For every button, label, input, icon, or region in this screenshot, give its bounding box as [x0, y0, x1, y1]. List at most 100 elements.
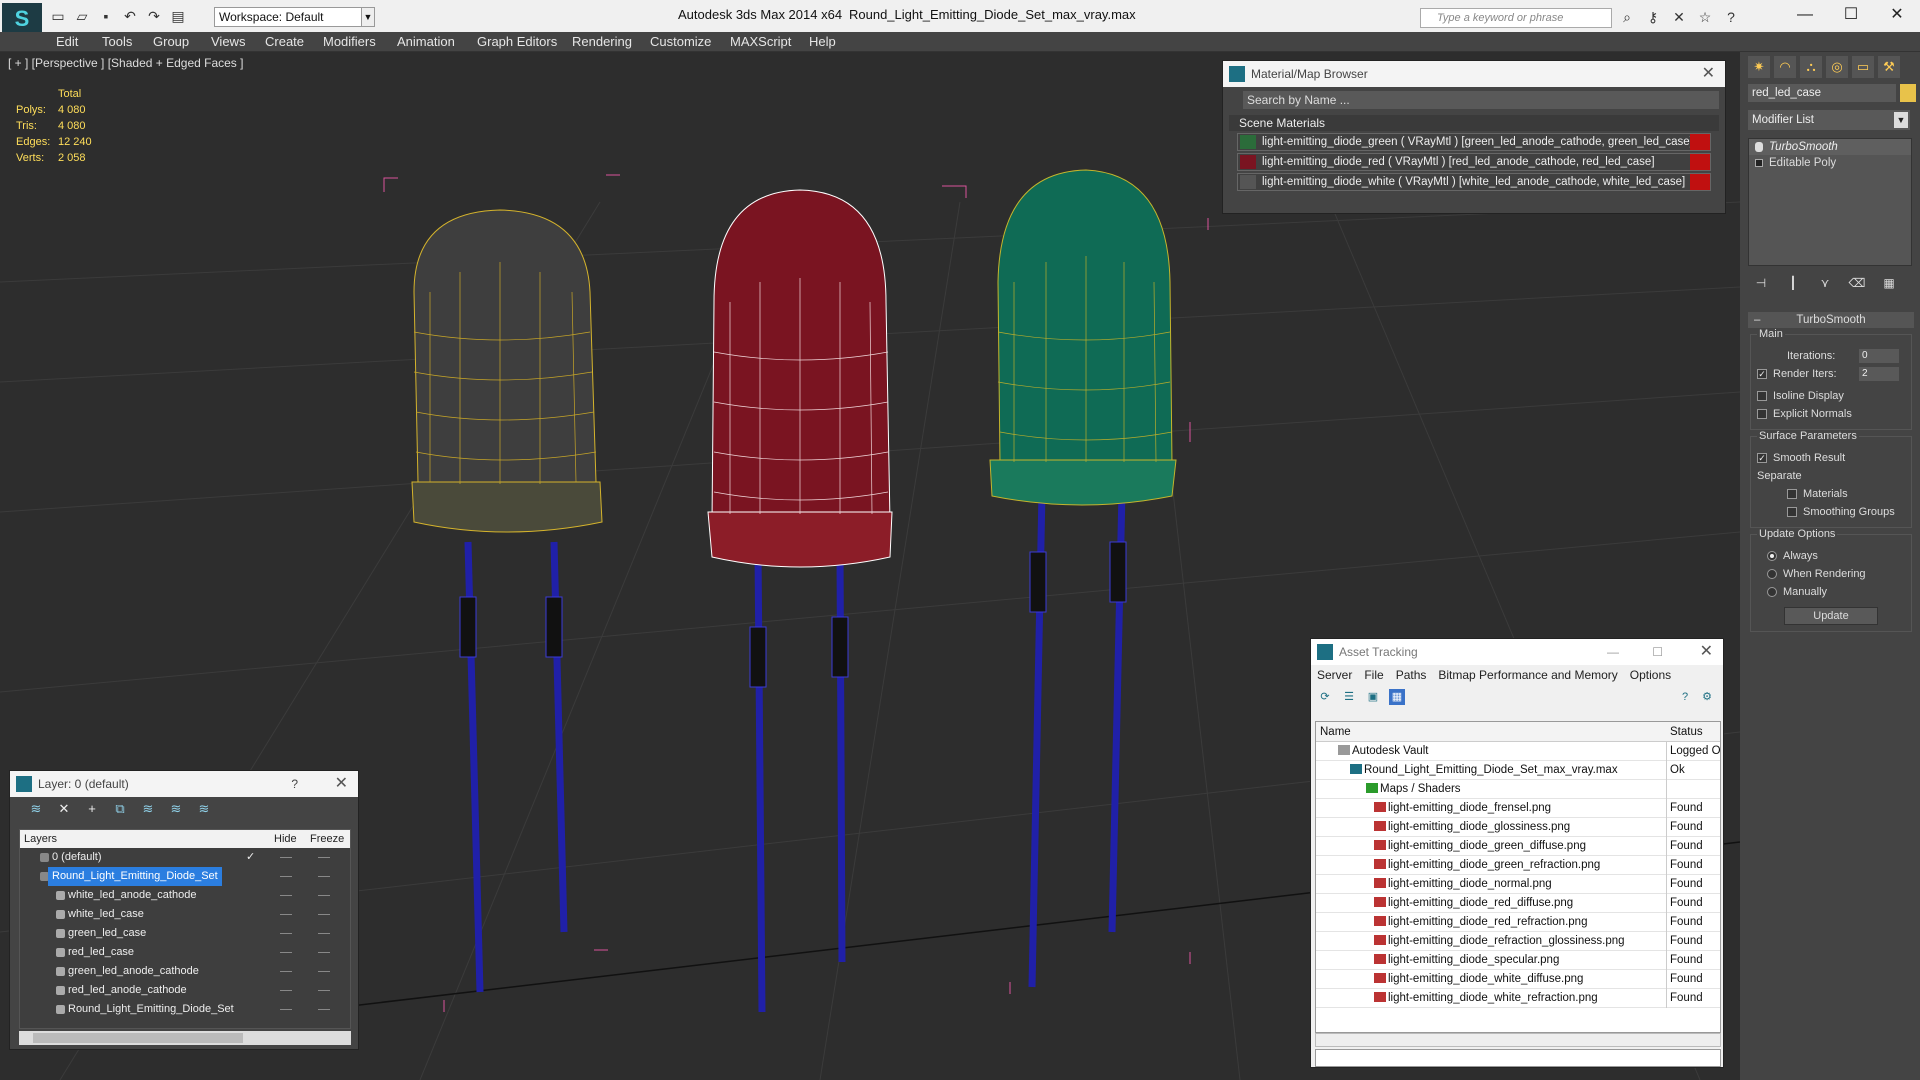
material-search-input[interactable]: Search by Name ... [1243, 91, 1719, 109]
lightbulb-icon[interactable] [1755, 142, 1763, 152]
menu-bitmap-performance[interactable]: Bitmap Performance and Memory [1438, 665, 1617, 685]
asset-row[interactable]: light-emitting_diode_glossiness.png Found [1316, 818, 1720, 837]
col-status[interactable]: Status [1670, 722, 1703, 742]
iterations-spinner[interactable]: 0 [1859, 349, 1899, 363]
object-name-field[interactable]: red_led_case [1748, 84, 1896, 102]
menu-graph-editors[interactable]: Graph Editors [477, 34, 557, 49]
scrollbar-thumb[interactable] [33, 1033, 243, 1043]
freeze-all-icon[interactable]: ≋ [196, 801, 212, 817]
layer-object-row[interactable]: white_led_case [20, 905, 350, 924]
project-folder-icon[interactable]: ▤ [168, 6, 188, 26]
asset-row[interactable]: light-emitting_diode_green_refraction.pn… [1316, 856, 1720, 875]
maximize-icon[interactable]: ☐ [1828, 0, 1874, 30]
menu-group[interactable]: Group [153, 34, 189, 49]
save-file-icon[interactable]: ▪ [96, 6, 116, 26]
rollout-header[interactable]: – TurboSmooth [1748, 312, 1914, 328]
menu-animation[interactable]: Animation [397, 34, 455, 49]
menu-tools[interactable]: Tools [102, 34, 132, 49]
undo-icon[interactable]: ↶ [120, 6, 140, 26]
list-view-icon[interactable]: ☰ [1341, 689, 1357, 705]
help-icon[interactable]: ? [291, 771, 298, 797]
active-layer-check-icon[interactable]: ✓ [246, 848, 255, 867]
add-layer-icon[interactable]: + [84, 801, 100, 817]
menu-customize[interactable]: Customize [650, 34, 711, 49]
when-rendering-radio[interactable] [1767, 569, 1777, 579]
asset-row[interactable]: light-emitting_diode_white_diffuse.png Fo… [1316, 970, 1720, 989]
material-browser-titlebar[interactable]: Material/Map Browser ✕ [1223, 61, 1725, 87]
layer-manager-icon[interactable]: ≋ [28, 801, 44, 817]
select-objects-icon[interactable]: ⧉ [112, 801, 128, 817]
hide-all-icon[interactable]: ≋ [168, 801, 184, 817]
asset-row[interactable]: Maps / Shaders [1316, 780, 1720, 799]
menu-help[interactable]: Help [809, 34, 836, 49]
help-icon[interactable]: ? [1677, 689, 1693, 705]
update-button[interactable]: Update [1784, 607, 1878, 625]
green-led[interactable] [989, 169, 1177, 988]
open-file-icon[interactable]: ▱ [72, 6, 92, 26]
material-item[interactable]: light-emitting_diode_white ( VRayMtl ) [… [1237, 173, 1711, 191]
show-end-result-icon[interactable]: ┃ [1784, 274, 1802, 292]
object-color-swatch[interactable] [1900, 84, 1916, 102]
menu-options[interactable]: Options [1630, 665, 1671, 685]
layer-row[interactable]: Round_Light_Emitting_Diode_Set [20, 867, 350, 886]
manually-radio[interactable] [1767, 587, 1777, 597]
motion-tab-icon[interactable]: ◎ [1826, 56, 1848, 78]
redo-icon[interactable]: ↷ [144, 6, 164, 26]
layer-object-row[interactable]: green_led_case [20, 924, 350, 943]
make-unique-icon[interactable]: ⋎ [1816, 274, 1834, 292]
star-icon[interactable]: ☆ [1696, 8, 1714, 26]
stack-item-turbosmooth[interactable]: TurboSmooth [1749, 139, 1911, 155]
create-tab-icon[interactable]: ✷ [1748, 56, 1770, 78]
close-icon[interactable]: ✕ [1700, 639, 1713, 665]
asset-row[interactable]: light-emitting_diode_normal.png Found [1316, 875, 1720, 894]
asset-horizontal-scrollbar[interactable] [1315, 1033, 1721, 1047]
layer-object-row[interactable]: white_led_anode_cathode [20, 886, 350, 905]
menu-paths[interactable]: Paths [1396, 665, 1427, 685]
explicit-normals-checkbox[interactable] [1757, 409, 1767, 419]
menu-modifiers[interactable]: Modifiers [323, 34, 376, 49]
isoline-checkbox[interactable] [1757, 391, 1767, 401]
col-layers[interactable]: Layers [24, 830, 57, 848]
material-item[interactable]: light-emitting_diode_red ( VRayMtl ) [re… [1237, 153, 1711, 171]
stack-item-editable-poly[interactable]: Editable Poly [1749, 155, 1911, 171]
help-icon[interactable]: ? [1722, 8, 1740, 26]
keyword-search-input[interactable]: Type a keyword or phrase [1420, 8, 1612, 28]
refresh-icon[interactable]: ⟳ [1317, 689, 1333, 705]
scene-materials-section[interactable]: Scene Materials [1229, 115, 1719, 131]
menu-views[interactable]: Views [211, 34, 245, 49]
smoothing-groups-checkbox[interactable] [1787, 507, 1797, 517]
smooth-result-checkbox[interactable]: ✓ [1757, 453, 1767, 463]
exchange-icon[interactable]: ✕ [1670, 8, 1688, 26]
workspace-dropdown[interactable]: Workspace: Default ▼ [214, 7, 375, 27]
layer-object-row[interactable]: green_led_anode_cathode [20, 962, 350, 981]
settings-icon[interactable]: ⚙ [1699, 689, 1715, 705]
menu-create[interactable]: Create [265, 34, 304, 49]
menu-edit[interactable]: Edit [56, 34, 78, 49]
close-icon[interactable]: ✕ [1874, 0, 1920, 30]
key-icon[interactable]: ⚷ [1644, 8, 1662, 26]
render-iters-spinner[interactable]: 2 [1859, 367, 1899, 381]
modify-tab-icon[interactable]: ◠ [1774, 56, 1796, 78]
asset-row[interactable]: light-emitting_diode_specular.png Found [1316, 951, 1720, 970]
render-iters-checkbox[interactable]: ✓ [1757, 369, 1767, 379]
layer-row[interactable]: 0 (default) ✓ [20, 848, 350, 867]
always-radio[interactable] [1767, 551, 1777, 561]
modifier-list-dropdown[interactable]: Modifier List ▼ [1748, 110, 1910, 130]
pin-stack-icon[interactable]: ⊣ [1752, 274, 1770, 292]
layer-object-row[interactable]: red_led_anode_cathode [20, 981, 350, 1000]
asset-row[interactable]: light-emitting_diode_refraction_glossine… [1316, 932, 1720, 951]
close-icon[interactable]: ✕ [1702, 61, 1715, 87]
red-led[interactable] [707, 189, 893, 1013]
delete-layer-icon[interactable]: ✕ [56, 801, 72, 817]
layer-object-row[interactable]: red_led_case [20, 943, 350, 962]
remove-modifier-icon[interactable]: ⌫ [1848, 274, 1866, 292]
col-hide[interactable]: Hide [274, 830, 297, 848]
layer-explorer-titlebar[interactable]: Layer: 0 (default) ? ✕ [10, 771, 358, 797]
new-file-icon[interactable]: ▭ [48, 6, 68, 26]
viewport-label[interactable]: [ + ] [Perspective ] [Shaded + Edged Fac… [8, 56, 243, 70]
col-name[interactable]: Name [1320, 722, 1351, 742]
thumbnail-view-icon[interactable]: ▣ [1365, 689, 1381, 705]
menu-rendering[interactable]: Rendering [572, 34, 632, 49]
configure-sets-icon[interactable]: ▦ [1880, 274, 1898, 292]
asset-row[interactable]: light-emitting_diode_frensel.png Found [1316, 799, 1720, 818]
